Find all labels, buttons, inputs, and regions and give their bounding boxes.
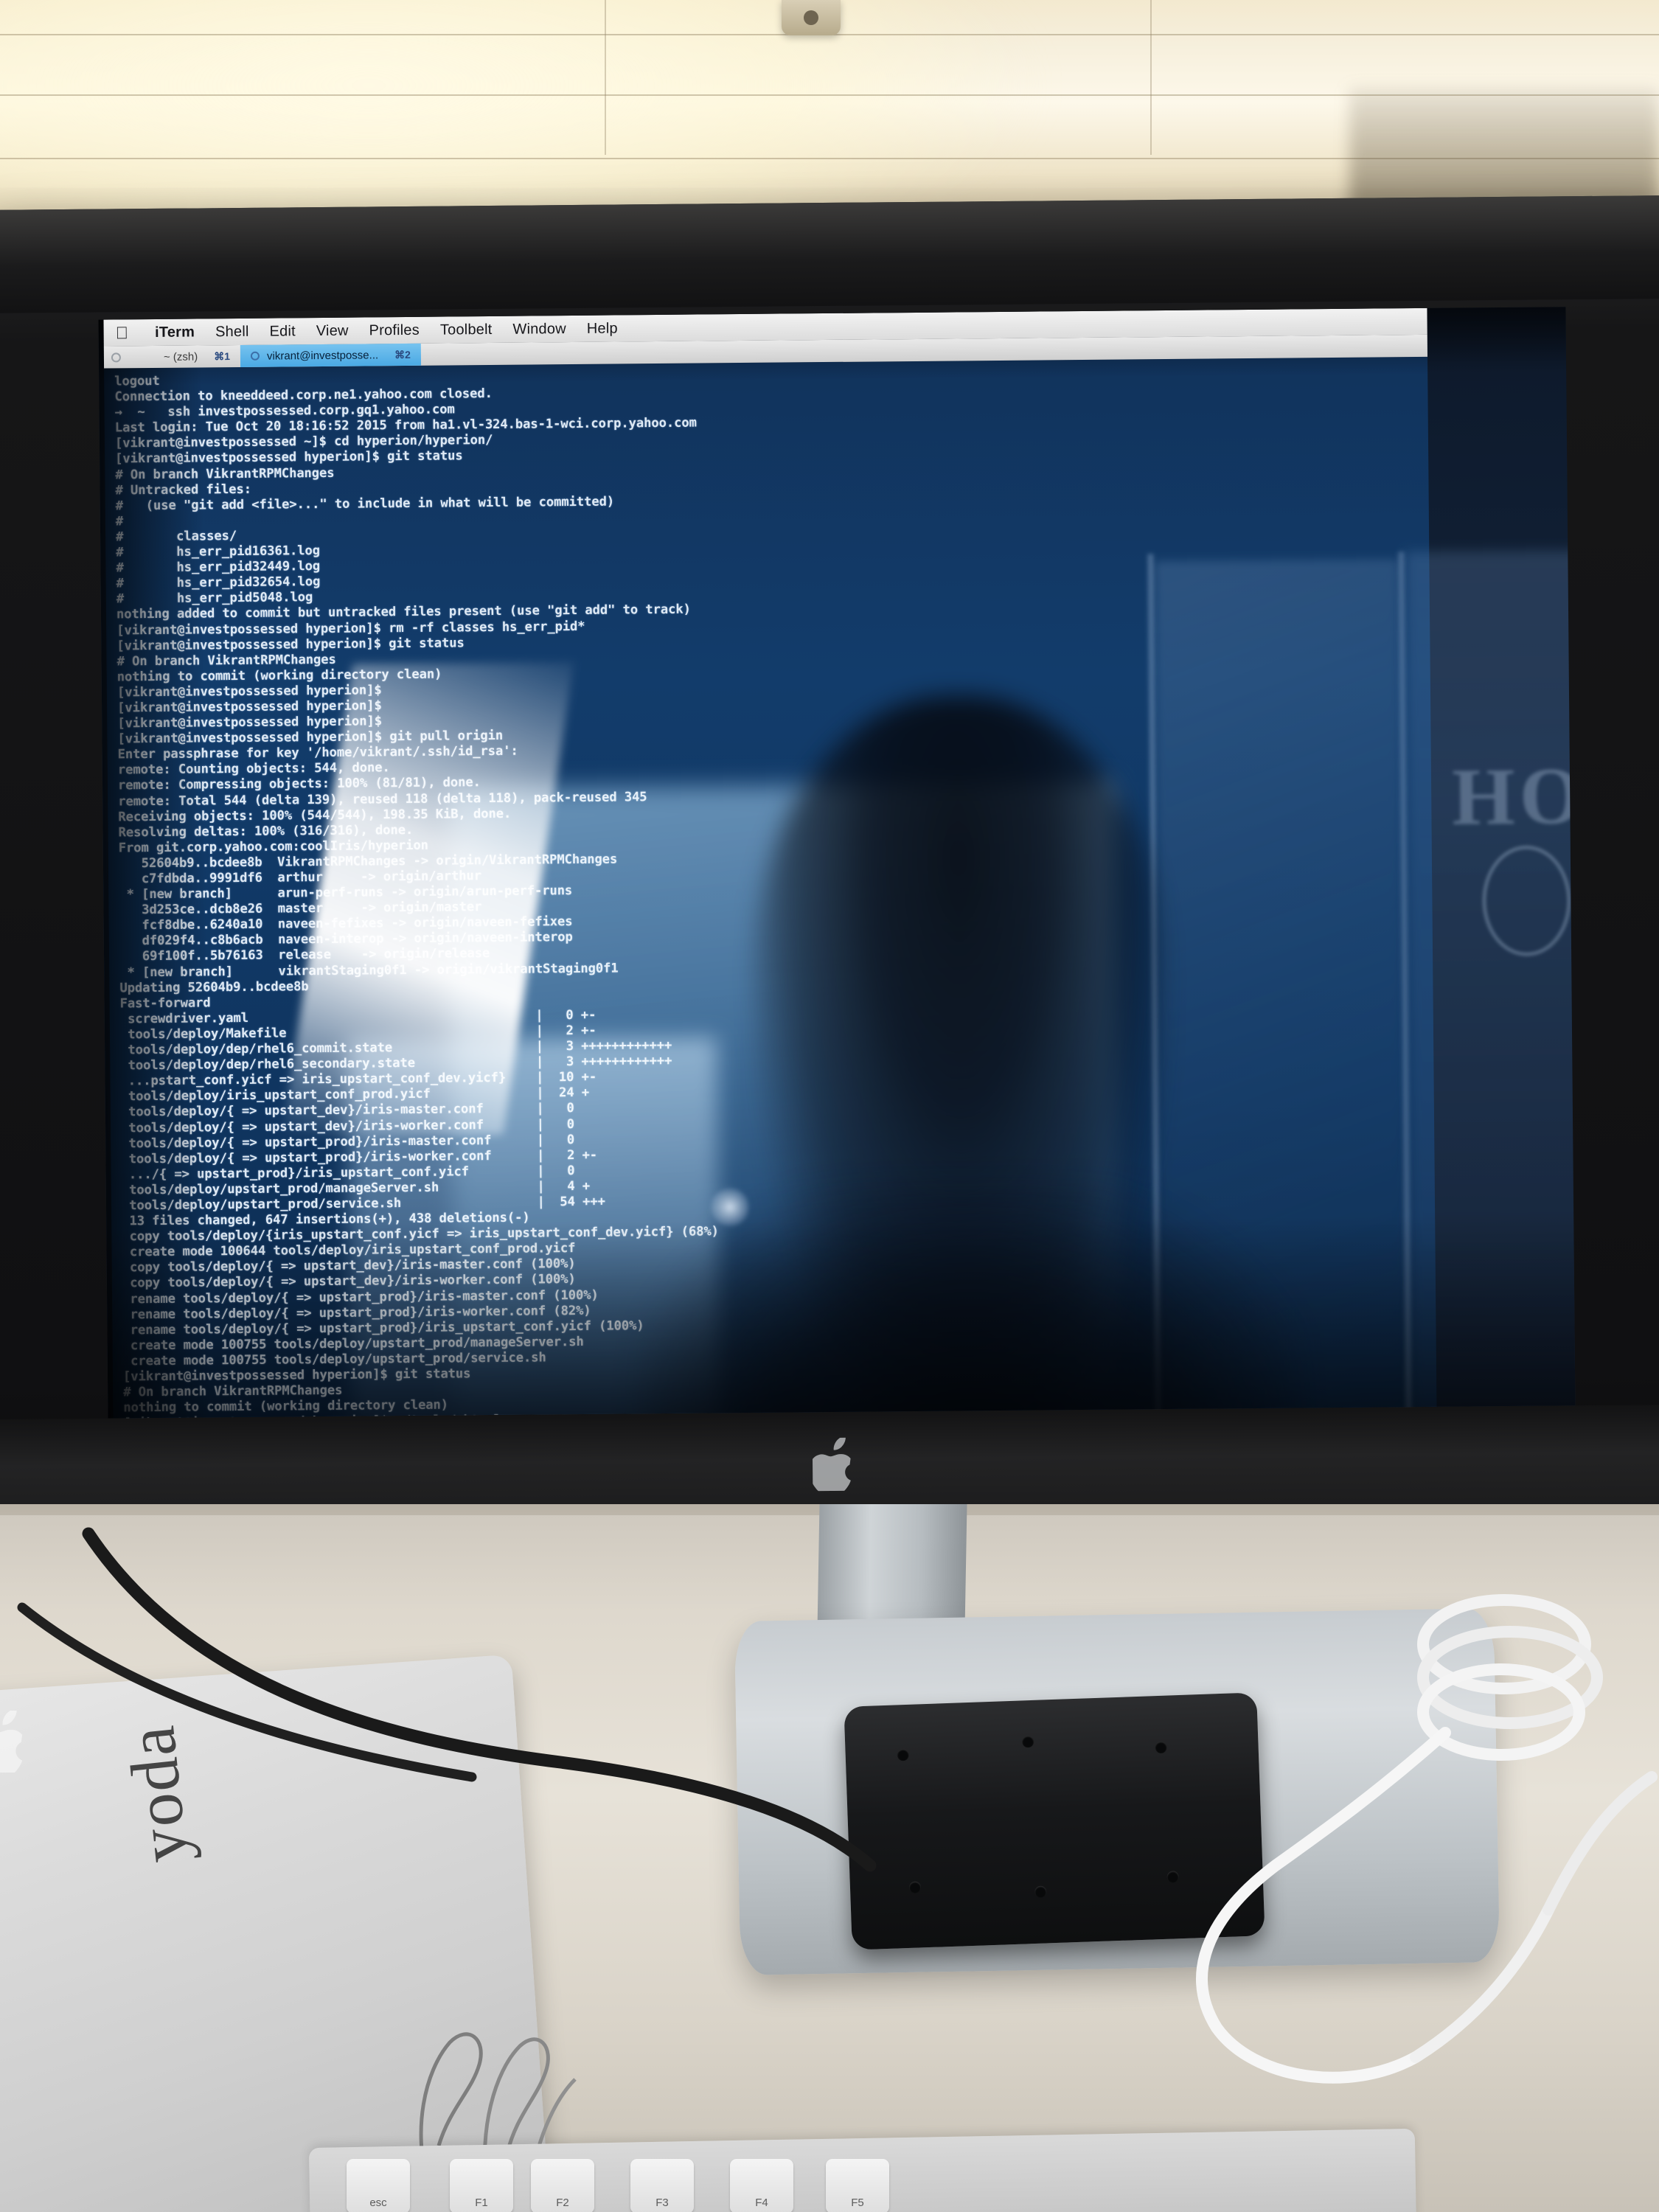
- menu-item-edit[interactable]: Edit: [259, 323, 305, 341]
- key-f4[interactable]: F4: [730, 2159, 793, 2212]
- reflection-circle: [1481, 845, 1572, 957]
- tab-bullet-icon: [250, 351, 260, 361]
- tab-zsh-shortcut: ⌘1: [214, 349, 231, 362]
- laptop-handwriting: yoda: [112, 1721, 202, 1867]
- terminal-output[interactable]: logout Connection to kneeddeed.corp.ne1.y…: [104, 356, 1437, 1419]
- menu-item-window[interactable]: Window: [502, 320, 577, 338]
- key-esc[interactable]: esc: [347, 2159, 410, 2212]
- menu-item-toolbelt[interactable]: Toolbelt: [430, 321, 503, 338]
- display-stand-neck: [817, 1504, 967, 1630]
- menu-item-iterm[interactable]: iTerm: [145, 324, 205, 341]
- key-f2[interactable]: F2: [531, 2159, 594, 2212]
- key-f5[interactable]: F5: [826, 2159, 889, 2212]
- tab-zsh-label: ~ (zsh): [163, 349, 198, 364]
- ceiling-light-glow: [0, 0, 1032, 221]
- photo-scene:  iTerm Shell Edit View Profiles Toolbel…: [0, 0, 1659, 2212]
- macbook-apple-logo-icon: [0, 1711, 23, 1773]
- tab-investpossessed-shortcut: ⌘2: [394, 348, 411, 361]
- apple-menu-icon[interactable]: : [116, 323, 129, 342]
- ceiling-sensor-icon: [782, 0, 841, 35]
- tab-status-icon: [111, 352, 121, 362]
- tab-zsh[interactable]: ~ (zsh) ⌘1: [153, 345, 240, 368]
- tab-investpossessed-label: vikrant@investposse...: [266, 348, 379, 363]
- menu-item-view[interactable]: View: [306, 322, 359, 340]
- menu-item-profiles[interactable]: Profiles: [359, 321, 430, 339]
- display-screen:  iTerm Shell Edit View Profiles Toolbel…: [98, 307, 1576, 1419]
- black-mounting-plate: [844, 1692, 1265, 1950]
- display-bezel-top: [0, 195, 1659, 313]
- ceiling-tile-seam: [1150, 0, 1152, 155]
- key-f1[interactable]: F1: [450, 2159, 513, 2212]
- thunderbolt-display:  iTerm Shell Edit View Profiles Toolbel…: [0, 195, 1659, 1537]
- tab-investpossessed[interactable]: vikrant@investposse... ⌘2: [240, 343, 422, 367]
- ceiling-tile-seam: [605, 0, 606, 155]
- reflection-sign-text: HO: [1451, 751, 1576, 842]
- key-f3[interactable]: F3: [630, 2159, 694, 2212]
- menu-item-help[interactable]: Help: [577, 320, 628, 338]
- apple-logo-icon: [812, 1437, 851, 1492]
- menu-item-shell[interactable]: Shell: [205, 323, 260, 341]
